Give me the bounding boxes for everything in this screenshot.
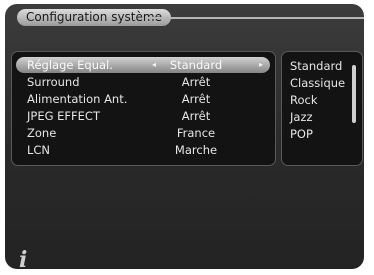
info-icon: i xyxy=(19,247,28,269)
menu-item-value: Arrêt xyxy=(181,92,211,106)
menu-item-jpeg-effect[interactable]: JPEG EFFECT Arrêt xyxy=(16,108,270,124)
menu-item-surround[interactable]: Surround Arrêt xyxy=(16,74,270,90)
arrow-right-icon[interactable]: ▸ xyxy=(259,57,263,73)
option-item[interactable]: Rock xyxy=(290,92,318,108)
menu-item-value: Standard xyxy=(169,58,223,72)
menu-item-value: France xyxy=(176,126,216,140)
menu-item-value: Arrêt xyxy=(181,75,211,89)
menu-item-label: JPEG EFFECT xyxy=(27,109,100,123)
menu-item-value: Marche xyxy=(174,143,218,157)
menu-item-label: Réglage Equal. xyxy=(27,58,113,72)
menu-item-label: Surround xyxy=(27,75,80,89)
menu-item-zone[interactable]: Zone France xyxy=(16,125,270,141)
title-divider xyxy=(145,17,364,19)
options-scrollbar[interactable] xyxy=(352,65,356,123)
settings-menu-panel: Réglage Equal. ◂ Standard ▸ Surround Arr… xyxy=(11,51,276,166)
option-item[interactable]: Standard xyxy=(290,58,342,74)
menu-item-value: Arrêt xyxy=(181,109,211,123)
menu-item-reglage-equal[interactable]: Réglage Equal. ◂ Standard ▸ xyxy=(16,57,270,73)
menu-item-label: LCN xyxy=(27,143,51,157)
menu-item-alimentation-ant[interactable]: Alimentation Ant. Arrêt xyxy=(16,91,270,107)
option-item[interactable]: POP xyxy=(290,126,313,142)
equalizer-options-panel: Standard Classique Rock Jazz POP xyxy=(281,51,363,166)
option-item[interactable]: Classique xyxy=(290,75,345,91)
menu-item-label: Alimentation Ant. xyxy=(27,92,128,106)
menu-item-lcn[interactable]: LCN Marche xyxy=(16,142,270,158)
option-item[interactable]: Jazz xyxy=(290,109,313,125)
tv-menu-screen: Configuration système Réglage Equal. ◂ S… xyxy=(5,4,364,269)
menu-item-label: Zone xyxy=(27,126,57,140)
